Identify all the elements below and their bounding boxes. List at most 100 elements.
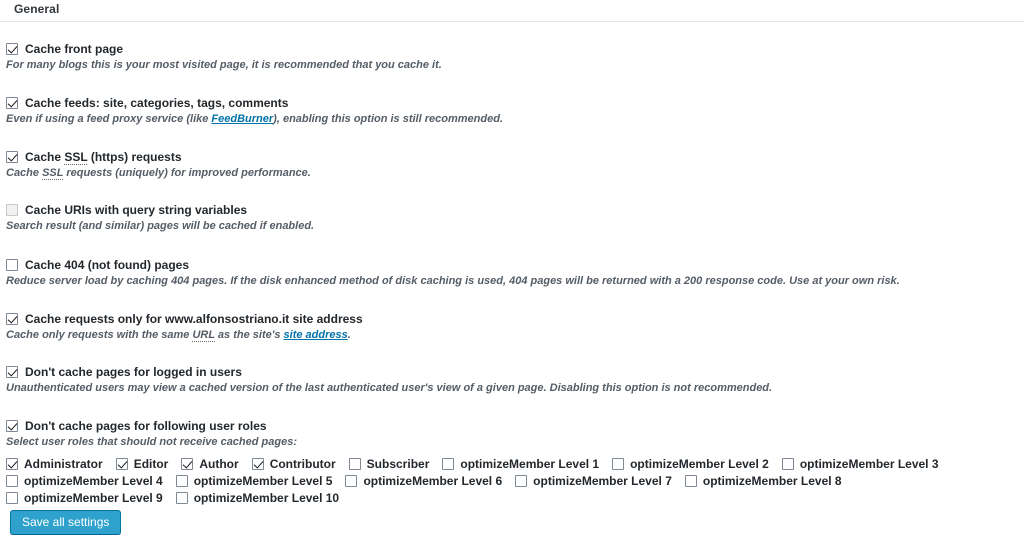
role-author-label: Author bbox=[199, 457, 239, 471]
page-title: General bbox=[14, 2, 60, 16]
cache-site-address-only-label: Cache requests only for www.alfonsostria… bbox=[25, 312, 363, 326]
role-administrator-label: Administrator bbox=[24, 457, 103, 471]
field-dont-cache-user-roles: Don't cache pages for following user rol… bbox=[6, 419, 1018, 449]
cache-ssl-label: Cache SSL (https) requests bbox=[25, 150, 182, 165]
role-optimizemember-level-10-checkbox[interactable] bbox=[175, 492, 188, 504]
role-optimizemember-level-7-checkbox[interactable] bbox=[515, 475, 528, 487]
cache-query-string-uris-checkbox bbox=[6, 204, 18, 216]
field-dont-cache-logged-in: Don't cache pages for logged in users Un… bbox=[6, 365, 1018, 395]
ssl-abbr-desc: SSL bbox=[42, 167, 64, 180]
field-cache-front-page: Cache front page For many blogs this is … bbox=[6, 42, 1018, 72]
field-cache-ssl: Cache SSL (https) requests Cache SSL req… bbox=[6, 150, 1018, 180]
cache-ssl-label-part1: Cache bbox=[25, 150, 65, 164]
role-author-checkbox[interactable] bbox=[181, 458, 194, 470]
role-checkbox-optimizemember-level-1[interactable]: optimizeMember Level 1 bbox=[442, 456, 599, 473]
cache-site-address-only-checkbox[interactable] bbox=[6, 313, 18, 325]
role-subscriber-label: Subscriber bbox=[366, 457, 430, 471]
role-optimizemember-level-4-label: optimizeMember Level 4 bbox=[24, 474, 163, 488]
role-checkbox-optimizemember-level-6[interactable]: optimizeMember Level 6 bbox=[345, 473, 502, 490]
field-cache-404-pages: Cache 404 (not found) pages Reduce serve… bbox=[6, 258, 1018, 288]
role-checkbox-optimizemember-level-4[interactable]: optimizeMember Level 4 bbox=[6, 473, 163, 490]
checkbox-row-dont-cache-logged-in[interactable]: Don't cache pages for logged in users bbox=[6, 365, 1018, 379]
role-optimizemember-level-8-label: optimizeMember Level 8 bbox=[702, 474, 842, 488]
cache-ssl-checkbox[interactable] bbox=[6, 151, 18, 163]
role-checkbox-optimizemember-level-10[interactable]: optimizeMember Level 10 bbox=[175, 490, 340, 507]
role-editor-checkbox[interactable] bbox=[115, 458, 128, 470]
role-optimizemember-level-7-label: optimizeMember Level 7 bbox=[533, 474, 672, 488]
role-checkbox-administrator[interactable]: Administrator bbox=[6, 456, 103, 473]
cache-feeds-description-after: ), enabling this option is still recomme… bbox=[273, 113, 503, 125]
cache-query-string-uris-description: Search result (and similar) pages will b… bbox=[6, 220, 315, 232]
role-checkbox-optimizemember-level-7[interactable]: optimizeMember Level 7 bbox=[515, 473, 672, 490]
dont-cache-logged-in-label: Don't cache pages for logged in users bbox=[25, 365, 242, 379]
checkbox-row-cache-ssl[interactable]: Cache SSL (https) requests bbox=[6, 150, 1018, 165]
role-checkbox-optimizemember-level-2[interactable]: optimizeMember Level 2 bbox=[612, 456, 769, 473]
cache-site-address-only-description: Cache only requests with the same URL as… bbox=[6, 329, 1018, 342]
checkbox-row-cache-front-page[interactable]: Cache front page bbox=[6, 42, 1018, 56]
role-editor-label: Editor bbox=[133, 457, 169, 471]
dont-cache-logged-in-description: Unauthenticated users may view a cached … bbox=[6, 382, 773, 394]
role-optimizemember-level-2-label: optimizeMember Level 2 bbox=[630, 457, 769, 471]
cache-404-pages-checkbox[interactable] bbox=[6, 259, 18, 271]
role-optimizemember-level-1-label: optimizeMember Level 1 bbox=[460, 457, 600, 471]
field-cache-query-string-uris: Cache URIs with query string variables S… bbox=[6, 203, 1018, 233]
role-checkbox-optimizemember-level-3[interactable]: optimizeMember Level 3 bbox=[781, 456, 939, 473]
role-checkbox-author[interactable]: Author bbox=[181, 456, 239, 473]
role-checkbox-editor[interactable]: Editor bbox=[115, 456, 169, 473]
checkbox-row-cache-site-address-only[interactable]: Cache requests only for www.alfonsostria… bbox=[6, 312, 1018, 326]
site-address-desc-after: . bbox=[347, 329, 351, 341]
cache-front-page-checkbox[interactable] bbox=[6, 43, 18, 55]
role-contributor-checkbox[interactable] bbox=[251, 458, 264, 470]
site-address-desc-mid: as the site's bbox=[214, 329, 284, 341]
role-optimizemember-level-8-checkbox[interactable] bbox=[684, 475, 697, 487]
role-checkbox-optimizemember-level-8[interactable]: optimizeMember Level 8 bbox=[684, 473, 842, 490]
url-abbr: URL bbox=[192, 329, 215, 342]
field-cache-feeds: Cache feeds: site, categories, tags, com… bbox=[6, 96, 1018, 126]
cache-404-pages-label: Cache 404 (not found) pages bbox=[25, 258, 190, 272]
field-cache-site-address-only: Cache requests only for www.alfonsostria… bbox=[6, 312, 1018, 342]
role-optimizemember-level-10-label: optimizeMember Level 10 bbox=[193, 491, 340, 505]
role-administrator-checkbox[interactable] bbox=[6, 458, 18, 470]
cache-query-string-uris-label: Cache URIs with query string variables bbox=[25, 203, 248, 217]
form-actions: Save all settings bbox=[10, 510, 122, 535]
dont-cache-logged-in-checkbox[interactable] bbox=[6, 366, 18, 378]
role-optimizemember-level-6-checkbox[interactable] bbox=[345, 475, 358, 487]
role-optimizemember-level-3-label: optimizeMember Level 3 bbox=[799, 457, 939, 471]
role-checkbox-optimizemember-level-9[interactable]: optimizeMember Level 9 bbox=[6, 490, 163, 507]
user-roles-checkbox-group: Administrator Editor Author Contributor Subs… bbox=[6, 456, 1020, 507]
checkbox-row-cache-404-pages[interactable]: Cache 404 (not found) pages bbox=[6, 258, 1018, 272]
role-optimizemember-level-1-checkbox[interactable] bbox=[442, 458, 455, 470]
cache-feeds-description-before: Even if using a feed proxy service (like bbox=[6, 113, 212, 125]
role-optimizemember-level-4-checkbox[interactable] bbox=[6, 475, 18, 487]
cache-ssl-label-part3: (https) requests bbox=[87, 150, 182, 164]
cache-front-page-description: For many blogs this is your most visited… bbox=[6, 59, 442, 71]
cache-ssl-desc-part3: requests (uniquely) for improved perform… bbox=[63, 167, 311, 179]
role-contributor-label: Contributor bbox=[269, 457, 336, 471]
role-checkbox-subscriber[interactable]: Subscriber bbox=[348, 456, 430, 473]
dont-cache-user-roles-description: Select user roles that should not receiv… bbox=[6, 436, 297, 448]
site-address-desc-before: Cache only requests with the same bbox=[6, 329, 193, 341]
role-checkbox-contributor[interactable]: Contributor bbox=[251, 456, 336, 473]
role-checkbox-optimizemember-level-5[interactable]: optimizeMember Level 5 bbox=[175, 473, 332, 490]
site-address-link[interactable]: site address bbox=[284, 329, 348, 341]
role-optimizemember-level-5-checkbox[interactable] bbox=[175, 475, 188, 487]
checkbox-row-cache-query-string-uris: Cache URIs with query string variables bbox=[6, 203, 1018, 217]
role-optimizemember-level-6-label: optimizeMember Level 6 bbox=[363, 474, 503, 488]
role-optimizemember-level-9-checkbox[interactable] bbox=[6, 492, 18, 504]
cache-ssl-description: Cache SSL requests (uniquely) for improv… bbox=[6, 167, 1018, 180]
dont-cache-user-roles-label: Don't cache pages for following user rol… bbox=[25, 419, 267, 433]
checkbox-row-cache-feeds[interactable]: Cache feeds: site, categories, tags, com… bbox=[6, 96, 1018, 110]
ssl-abbr: SSL bbox=[64, 150, 88, 165]
feedburner-link[interactable]: FeedBurner bbox=[211, 113, 273, 125]
role-optimizemember-level-9-label: optimizeMember Level 9 bbox=[24, 491, 163, 505]
cache-feeds-checkbox[interactable] bbox=[6, 97, 18, 109]
save-all-settings-button[interactable]: Save all settings bbox=[10, 510, 122, 535]
role-optimizemember-level-3-checkbox[interactable] bbox=[781, 458, 794, 470]
role-optimizemember-level-2-checkbox[interactable] bbox=[612, 458, 625, 470]
checkbox-row-dont-cache-user-roles[interactable]: Don't cache pages for following user rol… bbox=[6, 419, 1018, 433]
cache-front-page-label: Cache front page bbox=[25, 42, 124, 56]
cache-ssl-desc-part1: Cache bbox=[6, 167, 43, 179]
role-subscriber-checkbox[interactable] bbox=[348, 458, 361, 470]
cache-feeds-description: Even if using a feed proxy service (like… bbox=[6, 113, 1018, 126]
dont-cache-user-roles-checkbox[interactable] bbox=[6, 420, 18, 432]
